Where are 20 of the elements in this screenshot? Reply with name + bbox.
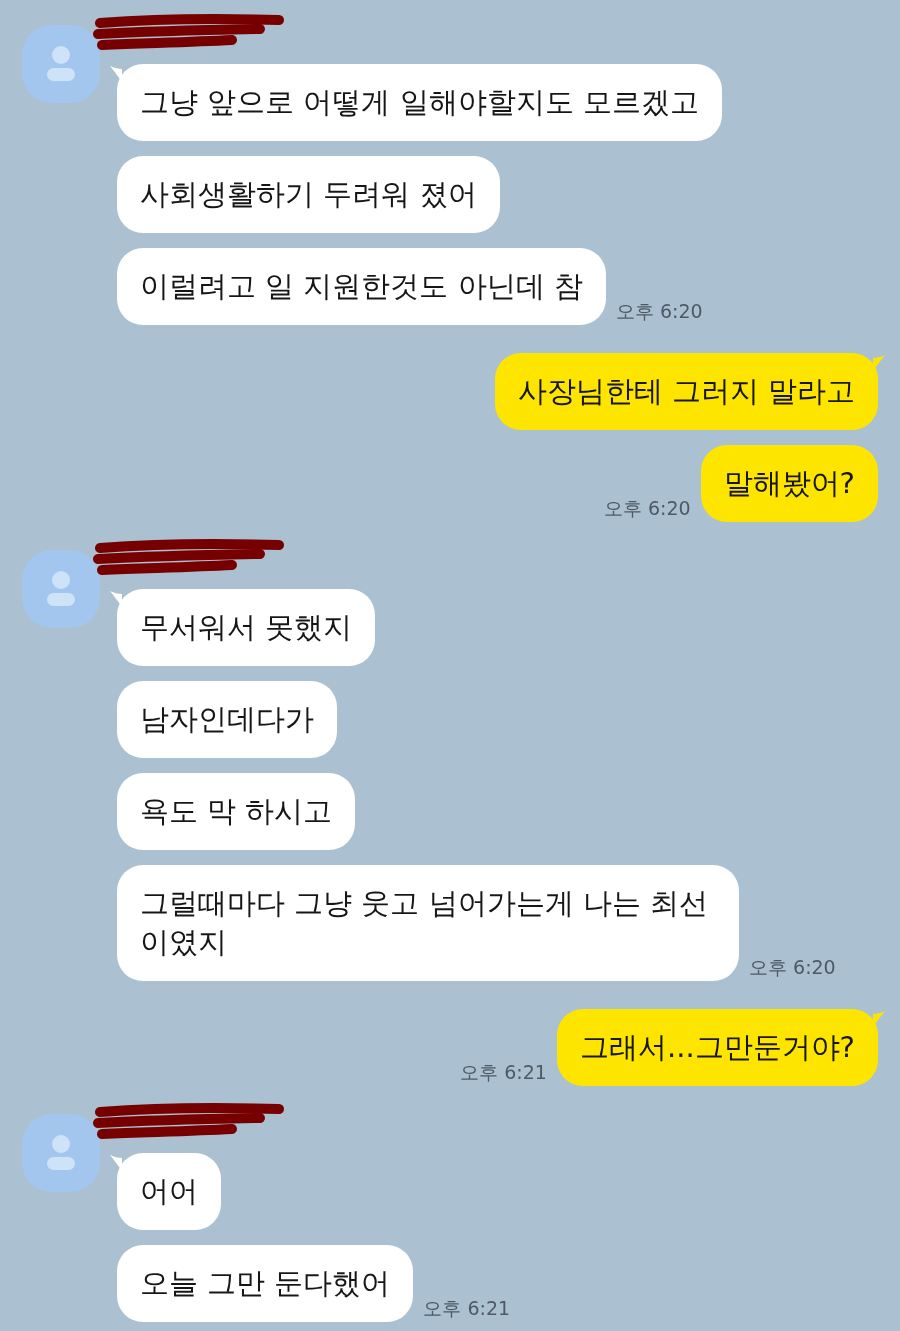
message-text: 남자인데다가 xyxy=(140,701,314,738)
message-text: 사회생활하기 두려워 졌어 xyxy=(140,176,478,213)
timestamp: 오후 6:20 xyxy=(603,496,691,520)
avatar-icon xyxy=(22,1114,100,1192)
avatar-icon xyxy=(22,25,100,103)
message-text: 어어 xyxy=(140,1173,198,1210)
message-text: 이럴려고 일 지원한것도 아닌데 참 xyxy=(140,268,583,305)
message-text: 그래서...그만둔거야? xyxy=(579,1029,855,1066)
message-text: 무서워서 못했지 xyxy=(140,609,353,646)
message-text: 그냥 앞으로 어떻게 일해야할지도 모르겠고 xyxy=(140,84,699,121)
timestamp: 오후 6:21 xyxy=(460,1060,547,1084)
avatar-icon xyxy=(22,550,100,628)
message-text: 그럴때마다 그냥 웃고 넘어가는게 나는 최선 이였지 xyxy=(140,885,710,961)
message-text: 욕도 막 하시고 xyxy=(140,793,333,830)
timestamp: 오후 6:21 xyxy=(423,1296,511,1320)
timestamp: 오후 6:20 xyxy=(749,955,836,979)
message-text: 말해봤어? xyxy=(723,465,855,502)
timestamp: 오후 6:20 xyxy=(615,299,703,323)
message-text: 오늘 그만 둔다했어 xyxy=(140,1265,391,1302)
message-text: 사장님한테 그러지 말라고 xyxy=(517,373,855,410)
